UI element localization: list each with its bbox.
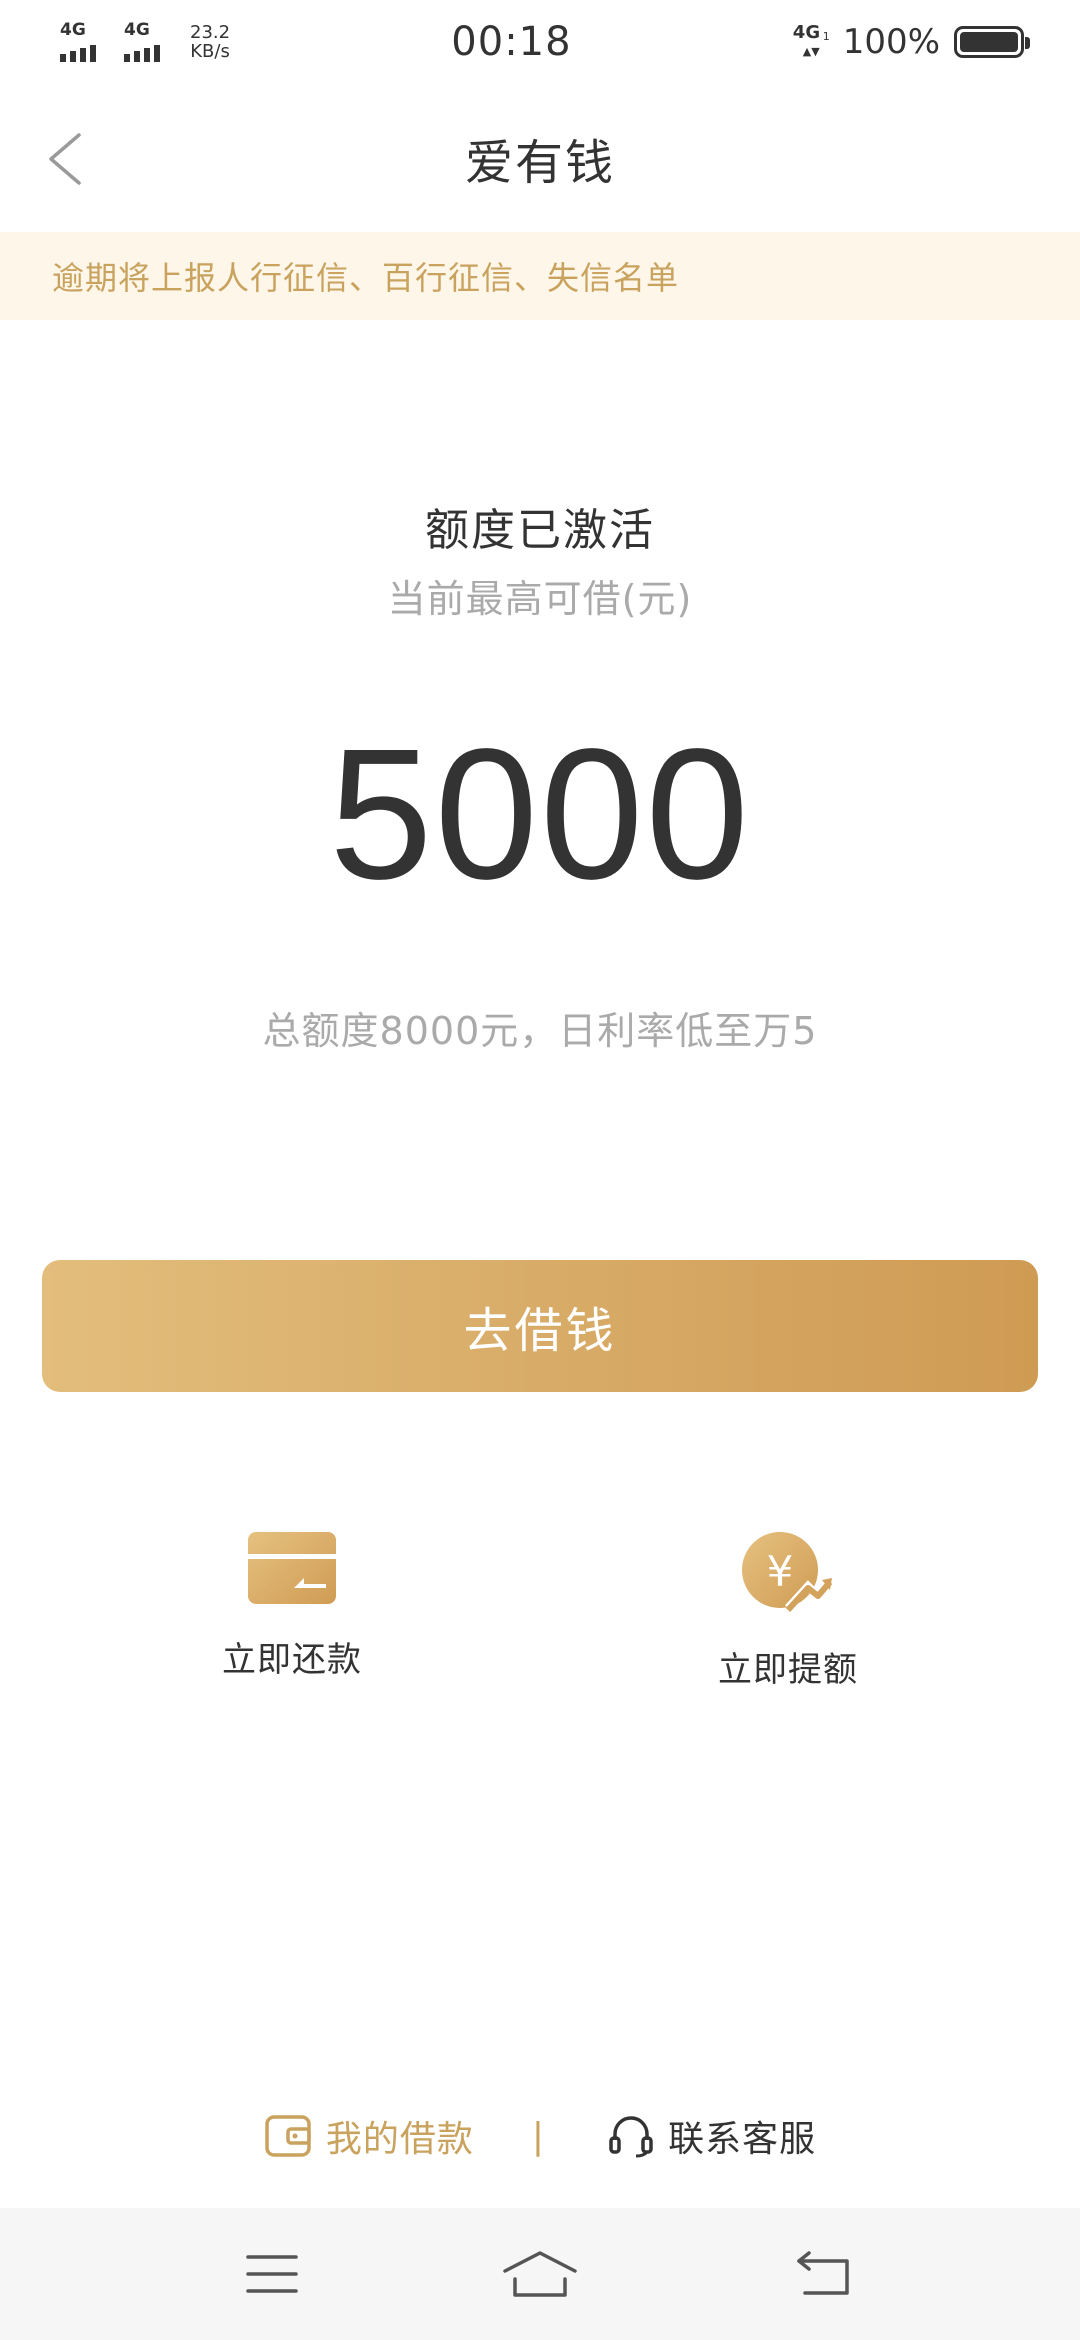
contact-service-label: 联系客服 (668, 2119, 817, 2160)
status-right: 4G ▲▼ 1 100% (792, 22, 1030, 62)
network-speed: 23.2 KB/s (190, 22, 231, 62)
chevron-left-icon (49, 133, 81, 185)
back-arrow-icon (797, 2251, 849, 2295)
borrow-button-label: 去借钱 (463, 1303, 617, 1359)
footer-divider: | (531, 2115, 545, 2157)
nav-menu-button[interactable] (232, 2242, 312, 2306)
notice-text: 逾期将上报人行征信、百行征信、失信名单 (52, 259, 680, 297)
quota-caption: 当前最高可借(元) (387, 577, 693, 621)
app-page: 4G 4G 23.2 KB/s 00:18 4G ▲▼ 1 100% 爱有钱 逾… (0, 0, 1080, 2340)
repay-now-button[interactable]: 立即还款 (162, 1530, 422, 1710)
quota-description: 总额度8000元，日利率低至万5 (262, 1009, 818, 1053)
home-icon (503, 2251, 577, 2297)
raise-limit-label: 立即提额 (718, 1650, 858, 1690)
repay-now-label: 立即还款 (222, 1640, 362, 1680)
menu-icon (246, 2255, 298, 2293)
status-left: 4G 4G 23.2 KB/s (58, 22, 230, 62)
status-bar: 4G 4G 23.2 KB/s 00:18 4G ▲▼ 1 100% (0, 0, 1080, 84)
raise-limit-button[interactable]: ¥ 立即提额 (658, 1530, 918, 1710)
svg-text:¥: ¥ (767, 1547, 794, 1596)
borrow-button[interactable]: 去借钱 (42, 1260, 1038, 1392)
my-loans-label: 我的借款 (325, 2119, 474, 2160)
contact-service-link[interactable]: 联系客服 (608, 2110, 816, 2162)
page-title: 爱有钱 (464, 135, 615, 191)
nav-home-button[interactable] (500, 2242, 580, 2306)
wallet-icon (265, 2115, 311, 2157)
yuan-coin-arrow-icon: ¥ (742, 1532, 833, 1613)
status-time: 00:18 (451, 19, 572, 65)
nav-back-button[interactable] (784, 2242, 864, 2306)
quota-amount: 5000 (329, 711, 751, 918)
sim1-signal-icon: 4G (58, 22, 106, 62)
back-button[interactable] (30, 124, 100, 194)
data-network-icon: 4G ▲▼ 1 (792, 22, 830, 58)
battery-icon (954, 26, 1030, 58)
footer-links: 我的借款 | 联系客服 (0, 2106, 1080, 2166)
headset-icon (609, 2116, 653, 2158)
my-loans-link[interactable]: 我的借款 (264, 2110, 474, 2162)
battery-percent: 100% (842, 22, 940, 62)
quota-status: 额度已激活 (425, 505, 655, 556)
sim2-signal-icon: 4G (122, 22, 170, 62)
system-nav-bar (0, 2208, 1080, 2340)
app-header: 爱有钱 (0, 84, 1080, 232)
wallet-card-icon (248, 1532, 336, 1604)
overdue-notice-banner: 逾期将上报人行征信、百行征信、失信名单 (0, 232, 1080, 320)
quick-actions: 立即还款 ¥ 立即提额 (0, 1530, 1080, 1710)
